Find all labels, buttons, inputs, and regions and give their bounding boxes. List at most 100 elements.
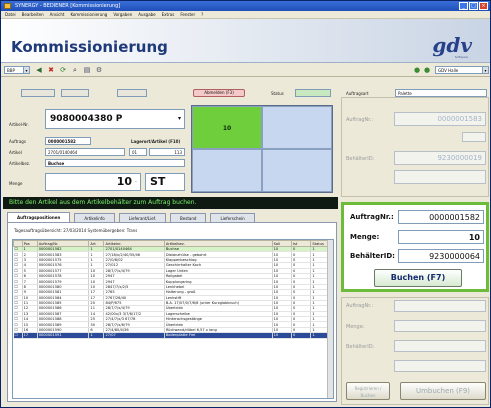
location-dropdown[interactable]: GDV Halle ▾ (435, 66, 489, 74)
menu-vorgaben[interactable]: Vorgaben (113, 11, 132, 18)
buchen-button[interactable]: Buchen (F7) (374, 269, 462, 287)
container-grid: 10 (191, 105, 333, 193)
status-field (295, 89, 331, 97)
menge-dot: . (135, 177, 137, 184)
ghost2-behaelter-field (394, 340, 486, 352)
instruction-message: Bitte den Artikel aus dem Artikelbehälte… (3, 197, 338, 209)
positions-panel: Tagesauftragsübersicht: 27/03/2014 Syste… (7, 222, 337, 402)
table-row[interactable]: ☐ 17 0000001591 1 27/07 Bodenplatte Frei 10 0 1 (13, 332, 333, 339)
location-dropdown-value: GDV Halle (438, 68, 459, 73)
ghost2-behaelter-label: BehälterID: (346, 344, 375, 350)
umbuchen-button: Umbuchen (F9) (400, 382, 486, 400)
table-cell: 27/07 (103, 332, 165, 339)
menu-bearbeiten[interactable]: Bearbeiten (22, 11, 44, 18)
ghost2-menge-label: Menge: (346, 324, 365, 330)
grid-cell-active[interactable]: 10 (192, 106, 262, 149)
nav-prev-icon[interactable]: ● (413, 66, 421, 74)
status-label: Status (271, 91, 284, 96)
filter-field-2 (61, 89, 89, 97)
ghost-auftrag-label: AuftragNr.: (346, 117, 374, 123)
table-cell: 17 (22, 332, 38, 339)
app-window: SYNERGY - BEDIENER [Kommissionierung] _ … (0, 0, 491, 408)
grid-cell[interactable] (262, 149, 332, 192)
booking-menge-label: Menge: (350, 233, 380, 241)
menu-ausgabe[interactable]: Ausgabe (138, 11, 155, 18)
toolbar: BBP ▾ ◀ ✖ ⟳ ⌕ ▤ ⚙ ● ● GDV Halle ▾ (1, 63, 490, 77)
logo-subtitle: Software (454, 55, 468, 59)
label-artikel: Artikel (9, 150, 22, 155)
auftrag-field: 0000001582 (45, 137, 91, 145)
einheit-field: ST (145, 173, 185, 191)
minimize-button[interactable]: _ (459, 2, 468, 10)
label-artikelbez: Artikelbez. (9, 161, 31, 166)
filter-label: Tagesauftragsübersicht: 27/03/2014 Syste… (14, 228, 138, 233)
ghost2-auftrag-label: AuftragNr.: (346, 303, 374, 309)
behaelter-input[interactable]: 9080004380 P ▾ (45, 109, 185, 129)
page-header: Kommissionierung gdv Software (1, 19, 490, 63)
print-icon[interactable]: ▤ (83, 66, 91, 74)
positions-table[interactable]: Pos Auftrag/Nr. Art Artikelnr. Artikelbe… (12, 239, 334, 399)
filter-field-3 (117, 89, 147, 97)
menu-fenster[interactable]: Fenster (180, 11, 195, 18)
next-booking-panel: AuftragNr.: 0000001583 BehälterID: 92300… (341, 97, 489, 197)
ghost-button (394, 170, 486, 184)
window-title: SYNERGY - BEDIENER [Kommissionierung] (15, 3, 121, 9)
label-behaelter: Artikel-Nr. (9, 122, 29, 127)
booking-panel: AuftragNr.: 0000001582 Menge: 10 Behälte… (341, 202, 489, 292)
booking-panel-disabled: AuftragNr.: Menge: BehälterID: Registrie… (341, 297, 489, 405)
booking-menge-value: 10 (468, 233, 480, 242)
booking-behaelter-value: 9230000064 (429, 252, 480, 261)
title-bar[interactable]: SYNERGY - BEDIENER [Kommissionierung] _ … (1, 1, 490, 11)
grid-cell[interactable] (262, 106, 332, 149)
table-cell: Bodenplatte Frei (164, 332, 273, 339)
table-cell: 10 (272, 332, 292, 339)
mode-dropdown[interactable]: BBP ▾ (4, 66, 30, 74)
menu-help[interactable]: ? (201, 11, 203, 18)
refresh-icon[interactable]: ⟳ (59, 66, 67, 74)
artikel-suffix-field: 01 (129, 148, 147, 156)
auftragsart-field[interactable]: Palette (395, 89, 487, 97)
ghost-behaelter-label: BehälterID: (346, 156, 375, 162)
booking-auftrag-value: 0000001582 (429, 213, 480, 222)
menu-ansicht[interactable]: Ansicht (50, 11, 65, 18)
nav-next-icon[interactable]: ● (423, 66, 431, 74)
ghost-auftrag-field: 0000001583 (394, 112, 486, 126)
table-cell: 1 (88, 332, 105, 339)
auftragsart-label: Auftragsart (346, 91, 369, 96)
menu-bar: Datei Bearbeiten Ansicht Kommissionierun… (1, 11, 490, 19)
artikel-value-field: 113 (149, 148, 185, 156)
cancel-icon[interactable]: ✖ (47, 66, 55, 74)
chevron-down-icon: ▾ (177, 115, 181, 122)
ghost2-auftrag-field (394, 300, 486, 312)
company-logo: gdv (432, 33, 472, 57)
close-button[interactable]: × (479, 2, 488, 10)
ghost-small-button (462, 132, 486, 142)
menu-datei[interactable]: Datei (5, 11, 16, 18)
filter-field-1 (21, 89, 55, 97)
ghost2-menge-field (394, 320, 486, 332)
label-menge: Menge (9, 181, 23, 186)
menge-field[interactable]: 10 (45, 173, 141, 191)
table-scrollbar[interactable] (327, 240, 333, 398)
row-checkbox[interactable]: ☐ (13, 332, 23, 339)
menu-kommissionierung[interactable]: Kommissionierung (70, 11, 107, 18)
maximize-button[interactable]: □ (469, 2, 478, 10)
artikel-field: 2701/0140464 (45, 148, 125, 156)
table-cell: 0000001591 (37, 332, 90, 339)
menu-extras[interactable]: Extras (162, 11, 175, 18)
abmelden-button[interactable]: Abmelden (F3) (193, 89, 245, 97)
booking-auftrag-label: AuftragNr.: (350, 213, 394, 221)
chevron-down-icon: ▾ (23, 67, 29, 73)
app-icon (4, 3, 11, 9)
back-icon[interactable]: ◀ (35, 66, 43, 74)
lagerort-label: Lagerort/Artikel (F10) (131, 139, 181, 144)
grid-cell[interactable] (192, 149, 262, 192)
search-icon[interactable]: ⌕ (71, 66, 79, 74)
behaelter-value: 9080004380 P (50, 114, 123, 124)
page-title: Kommissionierung (11, 38, 168, 56)
settings-icon[interactable]: ⚙ (95, 66, 103, 74)
chevron-down-icon: ▾ (482, 67, 488, 73)
ghost2-button (394, 360, 486, 372)
mode-dropdown-value: BBP (7, 68, 15, 73)
table-body: ☐ 1 0000001582 1 2701/0140464 Buchse 10 0 1 ☐ 2 000… (13, 246, 333, 339)
